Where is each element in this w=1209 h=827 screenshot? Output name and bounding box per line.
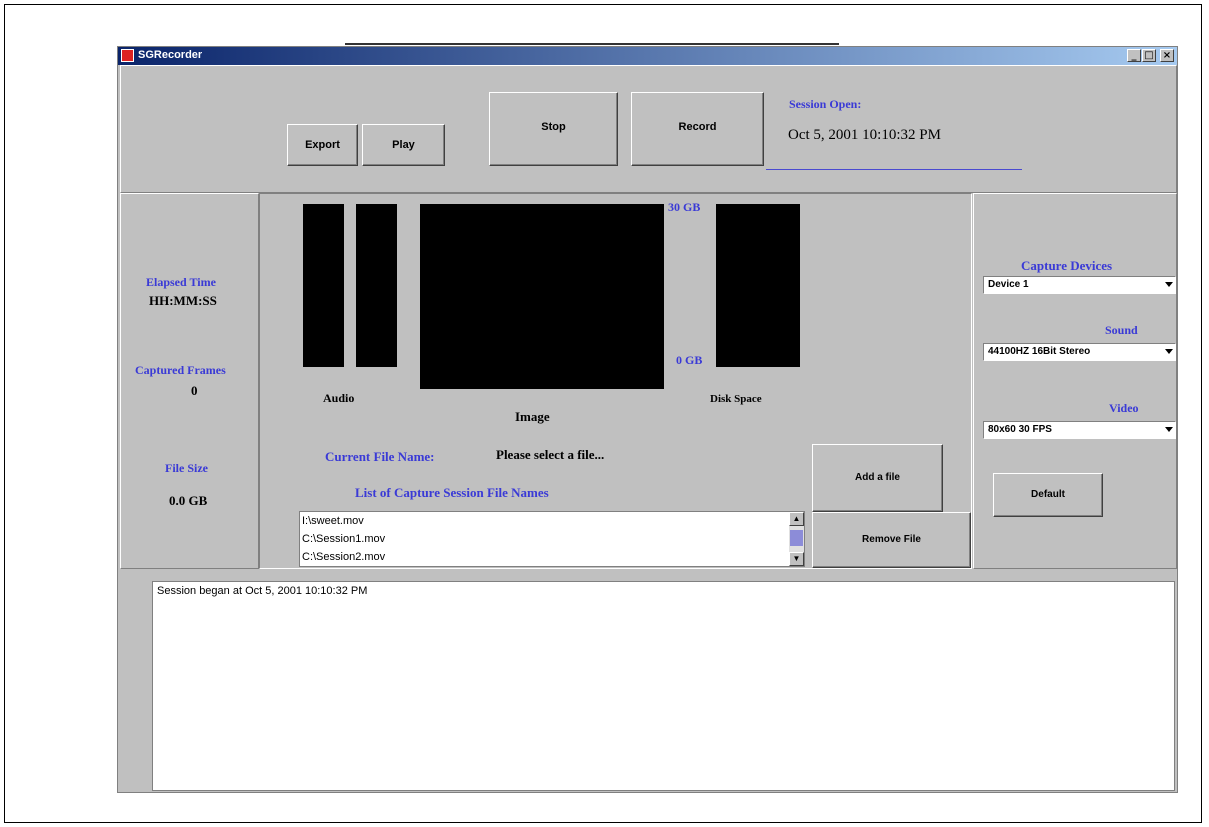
disk-space-meter xyxy=(716,204,800,367)
captured-frames-label: Captured Frames xyxy=(135,363,226,377)
disk-max-label: 30 GB xyxy=(668,200,701,214)
window-title: SGRecorder xyxy=(138,49,203,61)
minimize-button[interactable]: _ xyxy=(1127,49,1141,62)
audio-label: Audio xyxy=(323,391,355,405)
elapsed-time-label: Elapsed Time xyxy=(146,275,216,289)
close-button[interactable]: × xyxy=(1160,49,1174,62)
image-label: Image xyxy=(515,409,550,424)
disk-space-label: Disk Space xyxy=(710,393,762,405)
current-file-value: Please select a file... xyxy=(496,447,605,462)
scroll-down-icon[interactable]: ▼ xyxy=(789,552,804,566)
list-item[interactable]: I:\sweet.mov xyxy=(300,512,804,530)
title-bar[interactable]: SGRecorder _ □ × xyxy=(118,47,1177,65)
audio-meter-left xyxy=(303,204,344,367)
session-date: Oct 5, 2001 10:10:32 PM xyxy=(788,127,941,143)
log-text: Session began at Oct 5, 2001 10:10:32 PM xyxy=(157,585,368,597)
session-log[interactable]: Session began at Oct 5, 2001 10:10:32 PM xyxy=(152,581,1175,791)
session-underline xyxy=(766,169,1022,170)
video-select[interactable]: 80x60 30 FPS xyxy=(983,421,1176,439)
captured-frames-value: 0 xyxy=(191,383,198,398)
capture-device-value: Device 1 xyxy=(988,279,1029,290)
app-window: SGRecorder _ □ × Export Play Stop Record… xyxy=(117,46,1178,793)
file-size-label: File Size xyxy=(165,461,208,475)
video-value: 80x60 30 FPS xyxy=(988,424,1052,435)
video-label: Video xyxy=(1109,401,1139,415)
scroll-up-icon[interactable]: ▲ xyxy=(789,512,804,526)
file-list-heading: List of Capture Session File Names xyxy=(355,485,549,500)
top-divider xyxy=(345,43,839,45)
play-button[interactable]: Play xyxy=(362,124,445,166)
file-size-value: 0.0 GB xyxy=(169,493,208,508)
session-heading: Session Open: xyxy=(789,97,862,111)
capture-devices-label: Capture Devices xyxy=(1021,258,1113,273)
sound-label: Sound xyxy=(1105,323,1138,337)
stop-button[interactable]: Stop xyxy=(489,92,618,166)
app-icon xyxy=(121,49,134,62)
remove-file-button[interactable]: Remove File xyxy=(812,512,971,568)
sound-value: 44100HZ 16Bit Stereo xyxy=(988,346,1091,357)
add-file-button[interactable]: Add a file xyxy=(812,444,943,512)
maximize-button[interactable]: □ xyxy=(1142,49,1156,62)
file-list[interactable]: I:\sweet.mov C:\Session1.mov C:\Session2… xyxy=(299,511,805,567)
record-button[interactable]: Record xyxy=(631,92,764,166)
list-item[interactable]: C:\Session1.mov xyxy=(300,530,804,548)
chevron-down-icon xyxy=(1165,427,1173,432)
current-file-label: Current File Name: xyxy=(325,449,435,464)
sound-select[interactable]: 44100HZ 16Bit Stereo xyxy=(983,343,1176,361)
default-button[interactable]: Default xyxy=(993,473,1103,517)
chevron-down-icon xyxy=(1165,282,1173,287)
stats-panel xyxy=(120,193,259,569)
elapsed-time-value: HH:MM:SS xyxy=(149,293,217,308)
file-list-scrollbar[interactable]: ▲ ▼ xyxy=(789,512,804,566)
export-button[interactable]: Export xyxy=(287,124,358,166)
disk-min-label: 0 GB xyxy=(676,353,703,367)
list-item[interactable]: C:\Session2.mov xyxy=(300,548,804,566)
chevron-down-icon xyxy=(1165,349,1173,354)
scroll-thumb[interactable] xyxy=(790,530,803,546)
image-preview xyxy=(420,204,664,389)
audio-meter-right xyxy=(356,204,397,367)
capture-device-select[interactable]: Device 1 xyxy=(983,276,1176,294)
